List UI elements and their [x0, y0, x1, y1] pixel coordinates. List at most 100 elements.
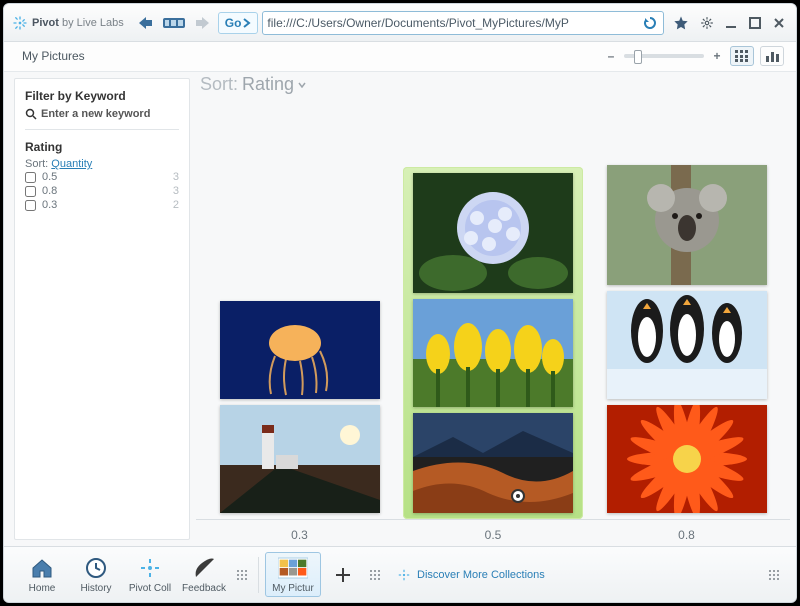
- subheader: My Pictures – +: [4, 42, 796, 72]
- filmstrip-icon: [163, 16, 185, 30]
- dock-label: Feedback: [182, 583, 226, 594]
- url-box: [262, 11, 664, 35]
- grip-icon: [768, 569, 780, 581]
- maximize-button[interactable]: [746, 14, 764, 32]
- pivot-logo-icon: [397, 568, 411, 582]
- home-icon: [30, 557, 54, 579]
- history-icon: [84, 556, 108, 580]
- go-chevron-icon: [243, 18, 251, 28]
- sort-prefix: Sort:: [200, 74, 238, 95]
- facet-row[interactable]: 0.5 3: [25, 170, 179, 184]
- forward-button[interactable]: [190, 12, 214, 34]
- column[interactable]: [597, 159, 777, 519]
- dock-label: Home: [29, 583, 56, 594]
- column-label: 0.8: [597, 528, 777, 542]
- column[interactable]: [210, 295, 390, 519]
- column[interactable]: [403, 167, 583, 519]
- close-button[interactable]: [770, 14, 788, 32]
- column-label: 0.3: [210, 528, 390, 542]
- dock-grip[interactable]: [365, 565, 385, 585]
- facet-value: 0.3: [42, 199, 57, 211]
- chevron-down-icon: [298, 82, 306, 88]
- facet-sort-link[interactable]: Quantity: [51, 158, 92, 170]
- grip-icon: [236, 569, 248, 581]
- bar-view-button[interactable]: [760, 46, 784, 66]
- page-title: My Pictures: [22, 49, 85, 63]
- minimize-icon: [725, 17, 737, 29]
- star-icon: [673, 15, 689, 31]
- grid-icon: [735, 50, 749, 62]
- settings-button[interactable]: [698, 14, 716, 32]
- reload-button[interactable]: [641, 14, 659, 32]
- dock-grip[interactable]: [232, 565, 252, 585]
- app-logo: Pivot by Live Labs: [12, 15, 130, 31]
- discover-link[interactable]: Discover More Collections: [397, 568, 545, 582]
- dock-label: Pivot Coll: [129, 583, 171, 594]
- filter-heading: Filter by Keyword: [25, 89, 179, 103]
- penguins-image-icon: [607, 291, 767, 399]
- facet-sort-prefix: Sort:: [25, 158, 48, 170]
- zoom-out-button[interactable]: –: [604, 49, 618, 63]
- facet-row[interactable]: 0.8 3: [25, 184, 179, 198]
- facet-checkbox[interactable]: [25, 200, 36, 211]
- forward-arrow-icon: [193, 15, 211, 31]
- dock-label: My Pictur: [272, 583, 314, 594]
- dock-label: History: [80, 583, 111, 594]
- zoom-slider[interactable]: [624, 54, 704, 58]
- zoom-controls: – +: [604, 46, 784, 66]
- toolbar: Pivot by Live Labs Go: [4, 4, 796, 42]
- facet-checkbox[interactable]: [25, 186, 36, 197]
- sort-field-select[interactable]: Rating: [242, 74, 306, 95]
- dock-grip[interactable]: [764, 565, 784, 585]
- dock-pivot-collections[interactable]: Pivot Coll: [124, 553, 176, 596]
- facet-count: 3: [173, 171, 179, 183]
- dock-feedback[interactable]: Feedback: [178, 553, 230, 596]
- search-icon: [25, 107, 37, 121]
- thumbnail[interactable]: [413, 173, 573, 293]
- cursor-icon: [511, 489, 525, 503]
- thumbnail[interactable]: [607, 405, 767, 513]
- favorite-button[interactable]: [668, 15, 694, 31]
- filmstrip-button[interactable]: [162, 12, 186, 34]
- bar-chart-icon: [765, 50, 779, 62]
- back-button[interactable]: [134, 12, 158, 34]
- sidebar: Filter by Keyword Rating Sort: Quantity …: [14, 78, 190, 540]
- plus-icon: [333, 565, 353, 585]
- back-arrow-icon: [137, 15, 155, 31]
- desert-image-icon: [413, 413, 573, 513]
- zoom-in-button[interactable]: +: [710, 49, 724, 63]
- keyword-input[interactable]: [41, 108, 183, 120]
- url-input[interactable]: [267, 16, 641, 30]
- grip-icon: [369, 569, 381, 581]
- hydrangea-image-icon: [413, 173, 573, 293]
- thumbnail[interactable]: [607, 165, 767, 285]
- pivot-logo-icon: [12, 15, 28, 31]
- thumbnail[interactable]: [220, 301, 380, 399]
- dock-separator: [258, 557, 259, 593]
- thumbnail[interactable]: [607, 291, 767, 399]
- reload-icon: [643, 16, 657, 30]
- facet-count: 3: [173, 185, 179, 197]
- minimize-button[interactable]: [722, 14, 740, 32]
- facet-value: 0.8: [42, 185, 57, 197]
- thumbnail[interactable]: [413, 299, 573, 407]
- dock-add-tab[interactable]: [323, 560, 363, 590]
- koala-image-icon: [607, 165, 767, 285]
- grid-view-button[interactable]: [730, 46, 754, 66]
- facet-checkbox[interactable]: [25, 172, 36, 183]
- dock-home[interactable]: Home: [16, 553, 68, 596]
- dock-active-tab[interactable]: My Pictur: [265, 552, 321, 597]
- thumbnail[interactable]: [413, 413, 573, 513]
- lighthouse-image-icon: [220, 405, 380, 513]
- thumbnail[interactable]: [220, 405, 380, 513]
- dock-history[interactable]: History: [70, 553, 122, 596]
- maximize-icon: [749, 17, 761, 29]
- go-button[interactable]: Go: [218, 12, 259, 34]
- flower-image-icon: [607, 405, 767, 513]
- app-byline: by Live Labs: [62, 17, 124, 29]
- dock: Home History Pivot Coll Feedback My Pict…: [4, 546, 796, 602]
- app-name: Pivot: [32, 17, 59, 29]
- close-icon: [773, 17, 785, 29]
- facet-row[interactable]: 0.3 2: [25, 198, 179, 212]
- discover-label: Discover More Collections: [417, 569, 545, 581]
